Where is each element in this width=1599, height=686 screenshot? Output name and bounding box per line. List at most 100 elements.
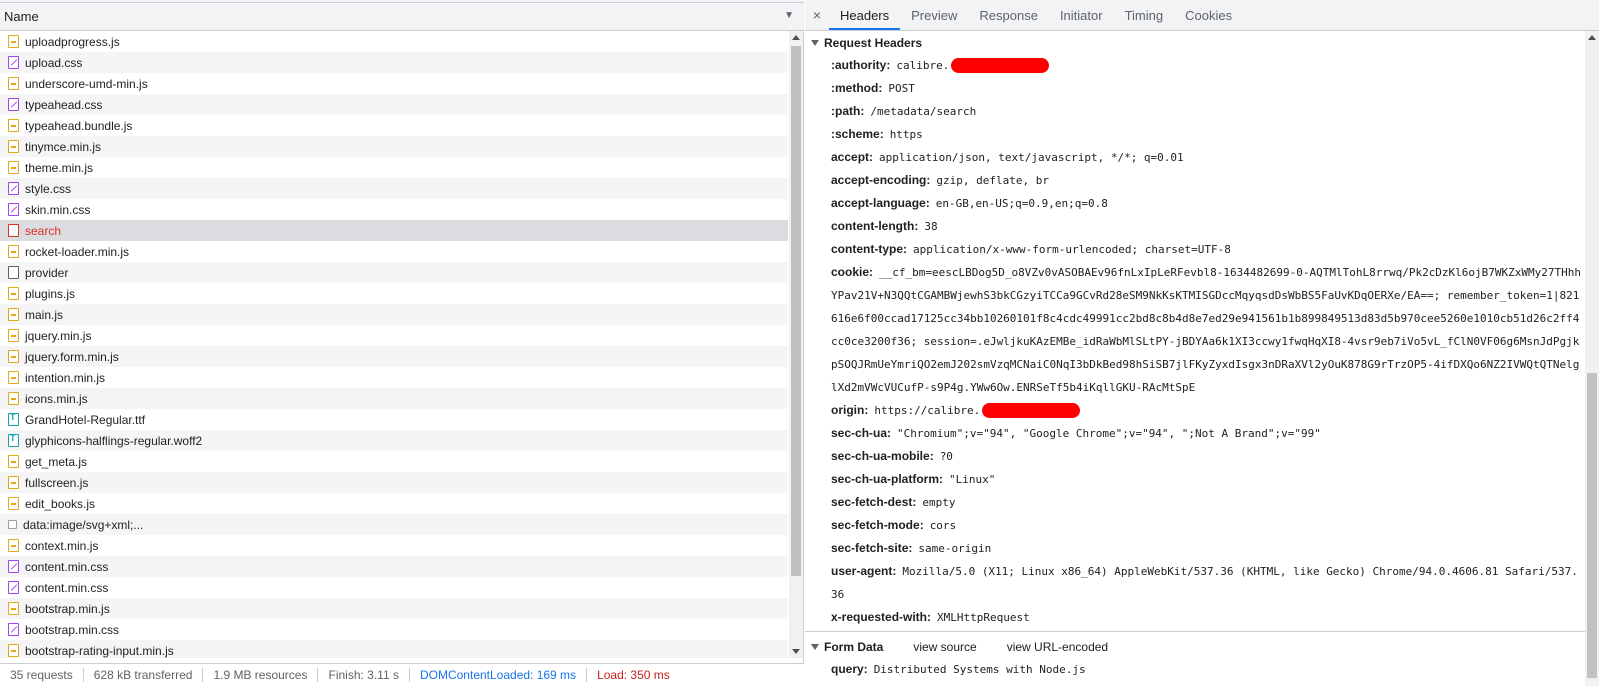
js-file-icon [8,161,19,174]
request-name: typeahead.css [25,97,103,112]
scrollbar-thumb[interactable] [1587,373,1597,678]
request-row[interactable]: tinymce.min.js [0,136,788,157]
scroll-up-icon[interactable] [792,35,800,40]
request-row[interactable]: bootstrap.min.css [0,619,788,640]
close-icon[interactable]: × [805,0,829,30]
request-row[interactable]: bootstrap.min.js [0,598,788,619]
header-row: :scheme: https [805,123,1585,146]
form-data-section[interactable]: Form Data view source view URL-encoded [805,635,1585,658]
request-name: style.css [25,181,72,196]
header-value: Mozilla/5.0 (X11; Linux x86_64) AppleWeb… [831,565,1578,601]
request-name: search [25,223,62,238]
tab-preview[interactable]: Preview [900,0,968,30]
details-scrollbar[interactable] [1585,31,1599,686]
request-list-pane: Name ▼ uploadprogress.js upload.css unders… [0,0,804,686]
request-row[interactable]: bootstrap-rating-input.min.js [0,640,788,658]
js-file-icon [8,77,19,90]
header-row: :method: POST [805,77,1585,100]
scroll-up-icon[interactable] [1588,35,1596,40]
request-row[interactable]: context.min.js [0,535,788,556]
request-row[interactable]: icons.min.js [0,388,788,409]
tab-response[interactable]: Response [968,0,1049,30]
expand-triangle-icon[interactable] [811,39,819,46]
section-divider [805,631,1585,632]
header-key: x-requested-with: [831,610,932,624]
request-row[interactable]: content.min.css [0,577,788,598]
request-row[interactable]: typeahead.css [0,94,788,115]
request-name: icons.min.js [25,391,88,406]
request-row[interactable]: main.js [0,304,788,325]
tab-timing[interactable]: Timing [1114,0,1175,30]
request-row[interactable]: plugins.js [0,283,788,304]
request-row[interactable]: style.css [0,178,788,199]
header-row: origin: https://calibre. [805,399,1585,422]
name-column-label: Name [4,9,39,24]
request-row[interactable]: fullscreen.js [0,472,788,493]
request-row[interactable]: get_meta.js [0,451,788,472]
js-file-icon [8,392,19,405]
form-data-list: query: Distributed Systems with Node.js [805,658,1585,681]
tab-cookies[interactable]: Cookies [1174,0,1243,30]
tab-initiator[interactable]: Initiator [1049,0,1114,30]
request-row[interactable]: GrandHotel-Regular.ttf [0,409,788,430]
request-headers-section[interactable]: Request Headers [805,31,1585,54]
request-headers-list: :authority: calibre.:method: POST:path: /me… [805,54,1585,629]
request-name: typeahead.bundle.js [25,118,133,133]
expand-triangle-icon[interactable] [811,643,819,650]
sort-caret-icon[interactable]: ▼ [784,10,794,21]
js-file-icon [8,245,19,258]
header-row: x-requested-with: XMLHttpRequest [805,606,1585,629]
request-name: edit_books.js [25,496,96,511]
request-row[interactable]: intention.min.js [0,367,788,388]
request-name: upload.css [25,55,83,70]
dom-content-loaded-time: DOMContentLoaded: 169 ms [410,668,588,682]
js-file-icon [8,329,19,342]
name-column-header[interactable]: Name ▼ [0,3,804,31]
document-file-icon [8,266,19,279]
request-name: data:image/svg+xml;... [23,517,144,532]
header-row: :authority: calibre. [805,54,1585,77]
request-row[interactable]: typeahead.bundle.js [0,115,788,136]
css-file-icon [8,98,19,111]
view-url-encoded-link[interactable]: view URL-encoded [1007,640,1108,654]
request-row[interactable]: content.min.css [0,556,788,577]
js-file-icon [8,476,19,489]
request-row[interactable]: underscore-umd-min.js [0,73,788,94]
request-row[interactable]: rocket-loader.min.js [0,241,788,262]
header-key: sec-ch-ua-mobile: [831,449,934,463]
request-row[interactable]: glyphicons-halflings-regular.woff2 [0,430,788,451]
header-key: content-type: [831,242,907,256]
scroll-down-icon[interactable] [792,649,800,654]
request-row[interactable]: provider [0,262,788,283]
request-name: uploadprogress.js [25,34,120,49]
request-row[interactable]: jquery.form.min.js [0,346,788,367]
headers-panel: Request Headers :authority: calibre.:meth… [805,31,1585,686]
request-row[interactable]: upload.css [0,52,788,73]
request-name: skin.min.css [25,202,91,217]
js-file-icon [8,119,19,132]
header-value: 38 [924,220,938,233]
request-row[interactable]: skin.min.css [0,199,788,220]
header-key: :authority: [831,58,891,72]
request-row[interactable]: edit_books.js [0,493,788,514]
scrollbar-thumb[interactable] [791,46,801,576]
view-source-link[interactable]: view source [913,640,976,654]
request-row[interactable]: search [0,220,788,241]
request-list: uploadprogress.js upload.css underscore-um… [0,31,788,658]
request-row[interactable]: jquery.min.js [0,325,788,346]
tabs: Headers Preview Response Initiator Timing Coo… [829,0,1243,30]
request-row[interactable]: data:image/svg+xml;... [0,514,788,535]
request-row[interactable]: theme.min.js [0,157,788,178]
request-name: content.min.css [25,559,109,574]
request-name: jquery.min.js [25,328,92,343]
tab-headers[interactable]: Headers [829,0,901,30]
header-value: __cf_bm=eescLBDog5D_o8VZv0vASOBAEv96fnLx… [831,266,1582,394]
request-list-scrollbar[interactable] [789,31,803,658]
header-row: sec-fetch-site: same-origin [805,537,1585,560]
request-name: main.js [25,307,64,322]
header-key: sec-ch-ua-platform: [831,472,944,486]
request-details-pane: × Headers Preview Response Initiator Timing C… [805,0,1599,686]
request-row[interactable]: uploadprogress.js [0,31,788,52]
header-value: application/x-www-form-urlencoded; chars… [913,243,1231,256]
header-row: sec-ch-ua: "Chromium";v="94", "Google Chr… [805,422,1585,445]
